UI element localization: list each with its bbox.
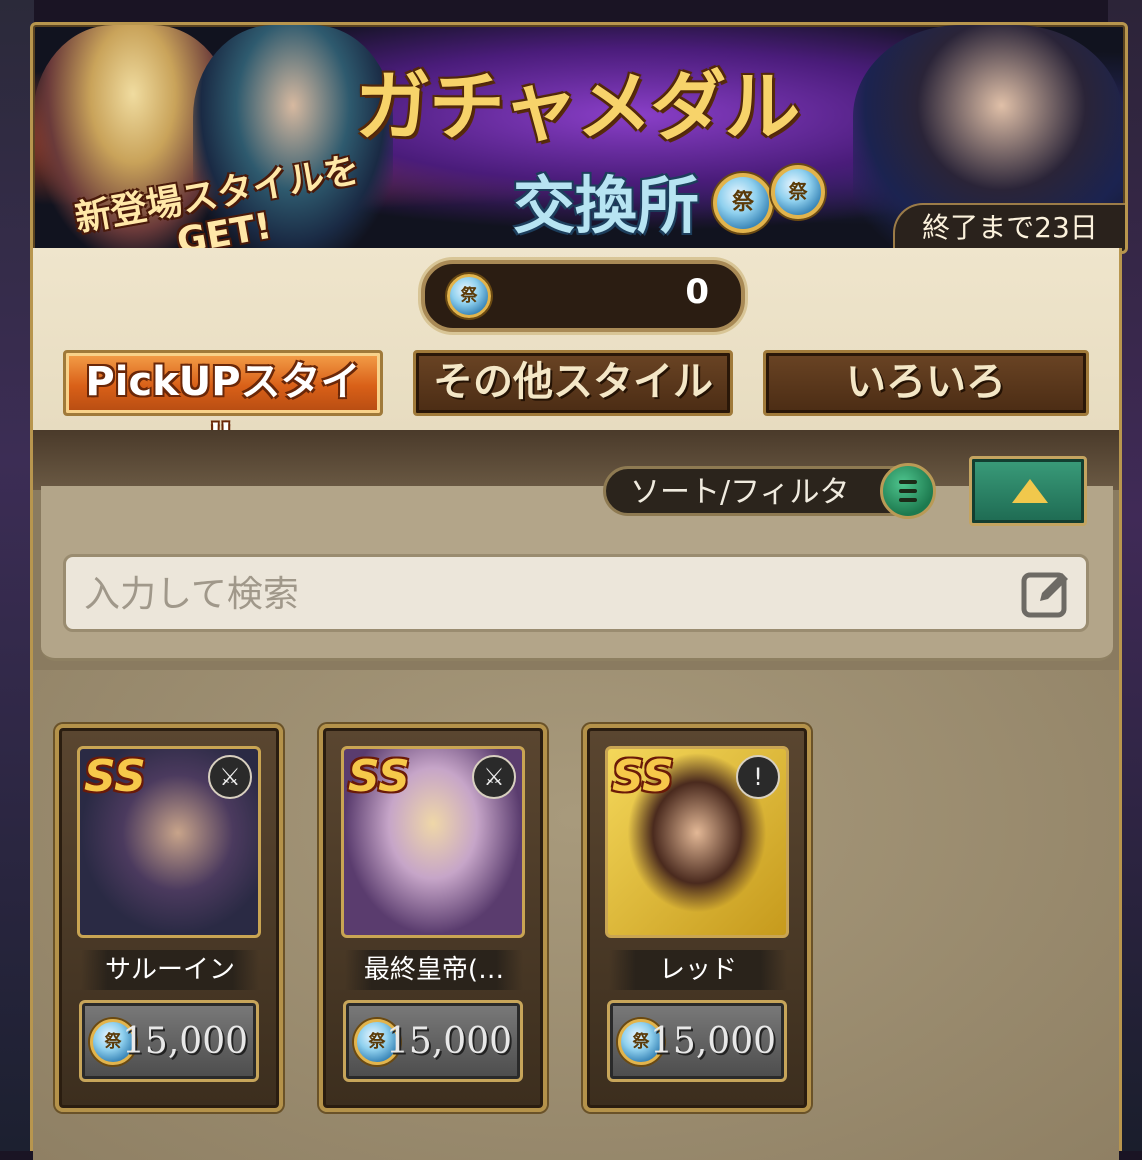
price-value: 15,000 [122, 1021, 248, 1062]
rank-badge: SS [84, 751, 146, 802]
collapse-button[interactable] [969, 456, 1087, 526]
triangle-up-icon [1012, 479, 1048, 503]
event-banner[interactable]: ガチャメダル 交換所 新登場スタイルをGET! 祭 祭 終了まで23日 [30, 22, 1128, 254]
exchange-price-button[interactable]: 祭 15,000 [79, 1000, 259, 1082]
exchange-price-button[interactable]: 祭 15,000 [343, 1000, 523, 1082]
countdown-badge: 終了まで23日 [893, 203, 1125, 251]
search-input[interactable] [82, 567, 986, 621]
rank-badge: SS [612, 751, 674, 802]
price-value: 15,000 [386, 1021, 512, 1062]
left-edge [0, 0, 34, 1151]
tab-misc[interactable]: いろいろ [763, 350, 1089, 416]
rank-badge: SS [348, 751, 410, 802]
character-name: サルーイン [81, 950, 259, 990]
character-portrait: SS ! [605, 746, 789, 938]
style-card[interactable]: SS ⚔ サルーイン 祭 15,000 [55, 724, 283, 1112]
menu-icon[interactable] [880, 463, 936, 519]
character-name: レッド [609, 950, 787, 990]
exchange-price-button[interactable]: 祭 15,000 [607, 1000, 787, 1082]
tab-other-style[interactable]: その他スタイル [413, 350, 733, 416]
medal-icon: 祭 [447, 274, 491, 318]
sword-icon: ⚔ [472, 755, 516, 799]
style-card[interactable]: SS ⚔ 最終皇帝(… 祭 15,000 [319, 724, 547, 1112]
edit-icon[interactable] [1018, 565, 1076, 623]
character-name: 最終皇帝(… [345, 950, 523, 990]
medal-balance: 祭 0 [421, 260, 745, 332]
medal-icon: 祭 [713, 173, 773, 233]
character-portrait: SS ⚔ [341, 746, 525, 938]
search-field[interactable] [63, 554, 1089, 632]
fist-icon: ! [736, 755, 780, 799]
price-value: 15,000 [650, 1021, 776, 1062]
style-card[interactable]: SS ! レッド 祭 15,000 [583, 724, 811, 1112]
balance-value: 0 [685, 272, 709, 312]
medal-icon: 祭 [771, 165, 825, 219]
character-portrait: SS ⚔ [77, 746, 261, 938]
content-area: ソート/フィルタ SS ⚔ サルーイン 祭 15,000 SS ⚔ 最終皇帝(… [30, 430, 1122, 1160]
banner-subtitle: 交換所 [513, 169, 700, 242]
sort-filter-button[interactable]: ソート/フィルタ [603, 463, 936, 519]
sort-filter-label: ソート/フィルタ [630, 475, 850, 510]
sword-icon: ⚔ [208, 755, 252, 799]
tab-pickup-style[interactable]: PickUPスタイル [63, 350, 383, 463]
shop-header: 祭 0 PickUPスタイル その他スタイル いろいろ [30, 248, 1122, 463]
banner-title: ガチャメダル [355, 62, 800, 151]
divider-strip [33, 430, 1119, 490]
